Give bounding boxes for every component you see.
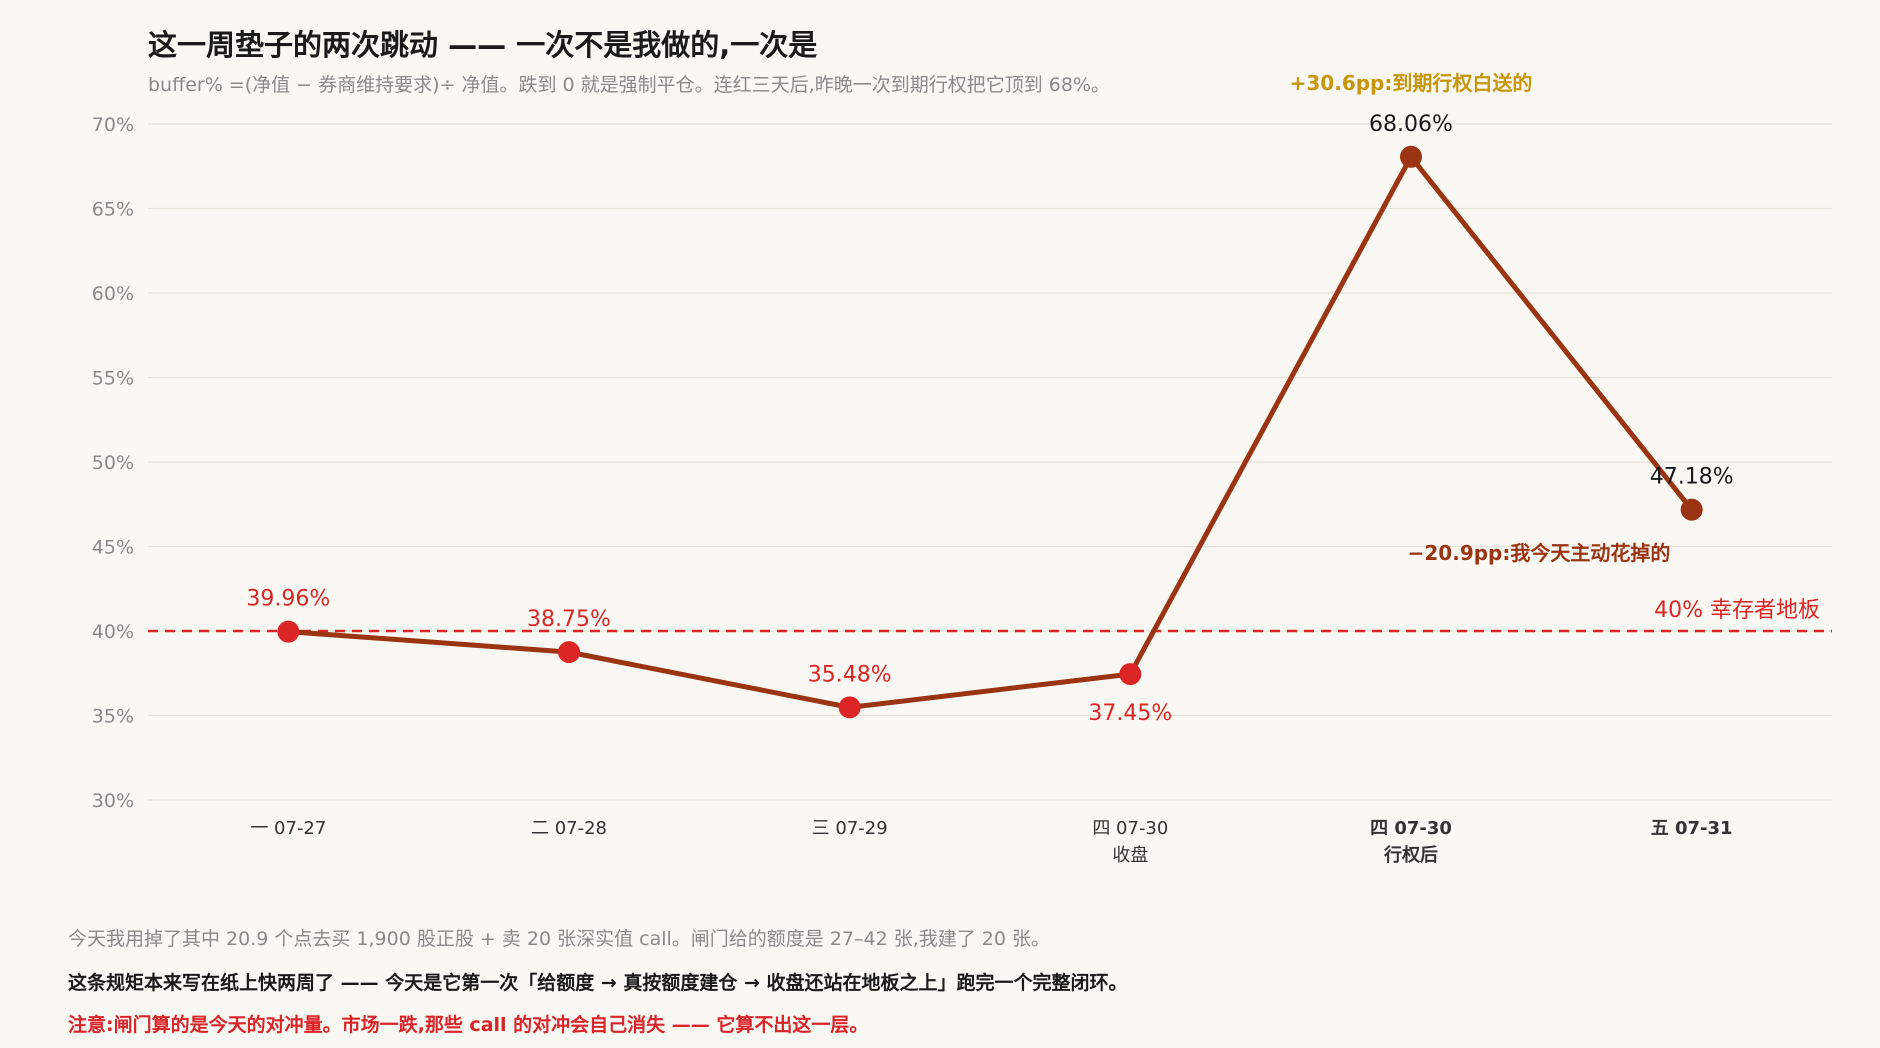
data-label: 38.75% [527, 607, 611, 632]
x-tick-label: 四 07-30 [1370, 818, 1452, 839]
data-point [1680, 498, 1703, 521]
data-label: 37.45% [1088, 701, 1172, 726]
chart-figure: 这一周垫子的两次跳动 —— 一次不是我做的,一次是 buffer% =(净值 −… [0, 0, 1880, 1048]
y-tick-label: 50% [92, 452, 134, 474]
annotation-spent: −20.9pp:我今天主动花掉的 [1408, 541, 1671, 565]
data-point [1119, 663, 1142, 686]
x-tick-label: 行权后 [1383, 844, 1438, 866]
line-chart: 30% 35% 40% 45% 50% 55% 60% 65% 70% 40% 幸存者地板一 07… [92, 71, 1832, 866]
data-label: 47.18% [1650, 465, 1734, 490]
y-tick-label: 65% [92, 199, 134, 221]
note-rule-loop: 这条规矩本来写在纸上快两周了 —— 今天是它第一次「给额度 → 真按额度建仓 →… [68, 972, 1128, 994]
data-label: 39.96% [246, 587, 330, 612]
y-tick-label: 60% [92, 283, 134, 305]
data-label: 35.48% [808, 662, 892, 687]
data-point [1400, 145, 1422, 168]
annotation-exercise: +30.6pp:到期行权白送的 [1290, 71, 1533, 95]
x-tick-label: 一 07-27 [250, 818, 326, 839]
y-tick-label: 55% [92, 368, 134, 390]
data-label: 68.06% [1369, 112, 1453, 137]
note-warning: 注意:闸门算的是今天的对冲量。市场一跌,那些 call 的对冲会自己消失 —— … [68, 1014, 869, 1036]
x-tick-label: 收盘 [1112, 845, 1148, 866]
y-tick-label: 70% [92, 114, 134, 136]
x-tick-label: 三 07-29 [812, 818, 888, 839]
threshold-label: 40% 幸存者地板 [1654, 598, 1820, 623]
y-tick-label: 40% [92, 621, 134, 643]
y-tick-label: 35% [92, 706, 134, 728]
x-tick-label: 二 07-28 [531, 818, 607, 839]
y-tick-label: 45% [92, 537, 134, 559]
series-line [285, 154, 1695, 710]
data-point [558, 641, 580, 664]
note-usage: 今天我用掉了其中 20.9 个点去买 1,900 股正股 + 卖 20 张深实值… [68, 928, 1051, 950]
data-point [277, 620, 300, 643]
y-tick-label: 30% [92, 790, 134, 812]
data-point [838, 696, 861, 719]
x-tick-label: 四 07-30 [1092, 818, 1168, 839]
x-tick-label: 五 07-31 [1651, 818, 1733, 839]
